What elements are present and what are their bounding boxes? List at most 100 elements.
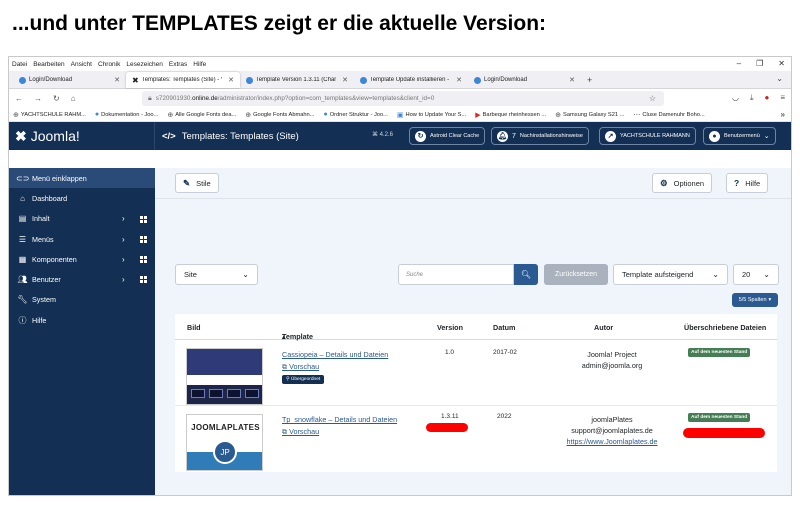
styles-button[interactable]: ✎ Stile <box>175 173 219 193</box>
sort-select[interactable]: Template aufsteigend ⌄ <box>613 264 728 285</box>
dashboard-grid-icon[interactable] <box>140 276 147 284</box>
restore-icon[interactable]: ❐ <box>756 59 763 68</box>
more-bookmarks-icon[interactable]: » <box>781 110 785 119</box>
tab-close-icon[interactable]: ✕ <box>456 76 462 84</box>
site-icon: ● <box>323 111 328 118</box>
version-value: 1.0 <box>445 349 455 356</box>
youtube-icon: ▶ <box>475 111 481 119</box>
sidebar-item-help[interactable]: ⓘ Hilfe <box>9 310 155 330</box>
date-value: 2017-02 <box>493 349 517 356</box>
header-version: Version <box>437 323 463 332</box>
pocket-icon[interactable]: ◡ <box>732 93 739 103</box>
menu-edit[interactable]: Bearbeiten <box>33 61 64 68</box>
home-icon[interactable]: ⌂ <box>71 94 76 103</box>
cassiopeia-thumbnail[interactable] <box>186 348 263 405</box>
dashboard-grid-icon[interactable] <box>140 215 147 223</box>
menu-history[interactable]: Chronik <box>98 61 120 68</box>
columns-button[interactable]: 5/5 Spalten ▾ <box>732 293 778 307</box>
reload-icon[interactable]: ↻ <box>53 94 60 103</box>
search-button[interactable]: 🔍︎ <box>514 264 538 285</box>
reset-button[interactable]: Zurücksetzen <box>544 264 608 285</box>
dashboard-grid-icon[interactable] <box>140 256 147 264</box>
search-input[interactable]: Suche <box>398 264 514 285</box>
menu-tools[interactable]: Extras <box>169 61 187 68</box>
back-icon[interactable]: ← <box>15 94 23 103</box>
browser-menubar: Datei Bearbeiten Ansicht Chronik Lesezei… <box>9 57 791 71</box>
dashboard-grid-icon[interactable] <box>140 235 147 243</box>
menu-file[interactable]: Datei <box>12 61 27 68</box>
link-icon: ⚲ <box>286 377 290 382</box>
template-details-link[interactable]: Cassiopeia – Details und Dateien <box>282 350 388 359</box>
tab-list-icon[interactable]: ⌄ <box>776 74 783 83</box>
header-author: Autor <box>594 323 614 332</box>
joomla-logo[interactable]: ✖ Joomla! <box>9 122 155 150</box>
tab-templates[interactable]: ✖ Templates: Templates (Site) - Vo ✕ <box>126 72 240 88</box>
bookmark-item[interactable]: ⊕ Google Fonts Abmahn... <box>245 111 314 119</box>
parent-badge: ⚲ Übergeordnet <box>282 375 325 384</box>
user-menu-button[interactable]: ● Benutzermenü ⌄ <box>703 127 776 145</box>
sidebar-item-menus[interactable]: ☰ Menüs › <box>9 229 155 249</box>
tab-close-icon[interactable]: ✕ <box>228 76 234 84</box>
site-icon: ▣ <box>396 111 404 119</box>
menu-icon[interactable]: ≡ <box>780 93 785 103</box>
caret-down-icon: ▾ <box>768 297 772 303</box>
chevron-down-icon: ⌄ <box>242 270 249 279</box>
close-icon[interactable]: ✕ <box>778 59 785 68</box>
menu-help[interactable]: Hilfe <box>193 61 206 68</box>
preview-link[interactable]: ⧉ Vorschau <box>282 427 319 437</box>
table-header: Bild Template ▴ Version Datum Autor Über… <box>175 314 777 341</box>
tab-login-download-2[interactable]: Login/Download ✕ <box>468 72 581 88</box>
preview-link[interactable]: ⧉ Vorschau <box>282 362 319 372</box>
template-details-link[interactable]: Tp_snowflake – Details und Dateien <box>282 415 397 424</box>
bookmark-item[interactable]: ▶ Barbeque rheinhessen ... <box>475 111 546 119</box>
snowflake-thumbnail[interactable]: JOOMLAPLATES JP <box>186 414 263 471</box>
sidebar-item-dashboard[interactable]: ⌂ Dashboard <box>9 188 155 208</box>
chevron-right-icon: › <box>122 275 125 285</box>
bookmark-item[interactable]: ▣ How to Update Your S... <box>397 111 466 119</box>
bookmark-item[interactable]: ● Dokumentation - Joo... <box>95 111 158 118</box>
sidebar-item-users[interactable]: 👥︎ Benutzer › <box>9 269 155 289</box>
external-link-icon: ⧉ <box>282 427 288 436</box>
bookmark-item[interactable]: ● Ordner Struktur - Joo... <box>323 111 387 118</box>
tab-close-icon[interactable]: ✕ <box>569 76 575 84</box>
bell-icon: 🔔︎ <box>497 130 508 142</box>
view-site-button[interactable]: ↗ YACHTSCHULE RAHMANN <box>599 127 696 145</box>
sidebar-item-components[interactable]: ▦ Komponenten › <box>9 249 155 269</box>
bookmark-star-icon[interactable]: ☆ <box>649 94 656 103</box>
tab-template-update[interactable]: Template Update installieren - Y ✕ <box>354 72 468 88</box>
joomla-version: ⌘ 4.2.6 <box>372 132 394 138</box>
tab-close-icon[interactable]: ✕ <box>114 76 120 84</box>
menu-bookmarks[interactable]: Lesezeichen <box>126 61 163 68</box>
sidebar-item-system[interactable]: 🔧︎ System <box>9 290 155 310</box>
download-icon[interactable]: ⤓ <box>750 93 754 103</box>
menu-view[interactable]: Ansicht <box>71 61 92 68</box>
client-select[interactable]: Site ⌄ <box>175 264 258 285</box>
nav-bar: ← → ↻ ⌂ 🔒︎ s720901930. online.de/administ… <box>9 89 791 108</box>
user-icon: ● <box>709 130 720 142</box>
gear-icon: ⚙ <box>660 177 668 188</box>
brush-icon: ✎ <box>183 177 191 188</box>
url-bar[interactable]: 🔒︎ s720901930. online.de/administrator/in… <box>142 91 664 106</box>
author-url-link[interactable]: https://www.Joomlaplates.de <box>547 437 677 446</box>
tab-login-download[interactable]: Login/Download ✕ <box>13 72 126 88</box>
sidebar-item-content[interactable]: ▤ Inhalt › <box>9 209 155 229</box>
options-button[interactable]: ⚙ Optionen <box>652 173 713 193</box>
refresh-icon: ↻ <box>415 130 426 142</box>
minimize-icon[interactable]: – <box>737 59 741 68</box>
bookmark-item[interactable]: ⊕ Alle Google Fonts dea... <box>167 111 236 119</box>
new-tab-icon[interactable]: + <box>581 72 598 88</box>
limit-select[interactable]: 20 ⌄ <box>733 264 779 285</box>
extension-icon[interactable]: ● <box>764 93 769 103</box>
site-icon <box>360 76 367 84</box>
sidebar-item-collapse[interactable]: ⊂⊃ Menü einklappen <box>9 168 155 189</box>
notifications-button[interactable]: 🔔︎ 7 Nachinstallationshinweise <box>491 127 589 145</box>
forward-icon[interactable]: → <box>34 94 42 103</box>
clear-cache-button[interactable]: ↻ Astroid Clear Cache <box>409 127 486 145</box>
bookmark-item[interactable]: ⊕ YACHTSCHULE RAHM... <box>13 111 86 119</box>
help-button[interactable]: ? Hilfe <box>726 173 769 193</box>
tab-close-icon[interactable]: ✕ <box>342 76 348 84</box>
tab-template-version[interactable]: Template Version 1.3.11 (Chang ✕ <box>240 72 354 88</box>
bookmark-item[interactable]: ⋯ Cluse Damenuhr Boho... <box>633 111 704 119</box>
bookmark-item[interactable]: ⊕ Samsung Galaxy S21 ... <box>555 111 624 119</box>
site-icon: ● <box>94 111 100 118</box>
